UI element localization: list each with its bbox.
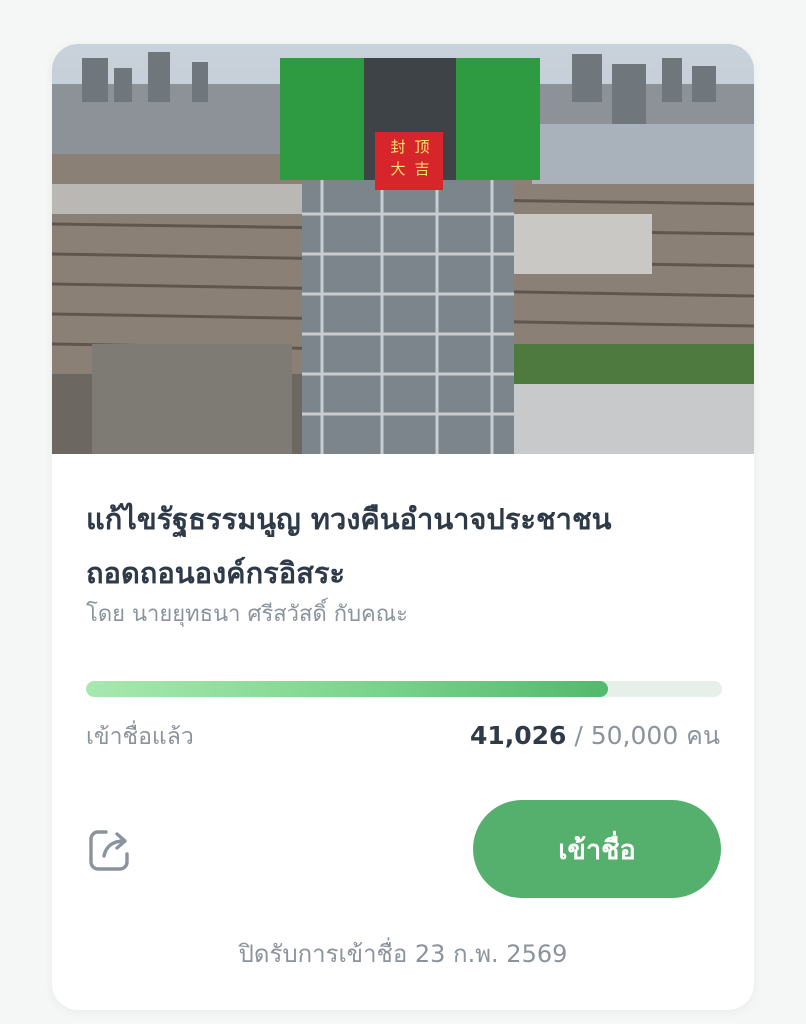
petition-photo: 封 顶 大 吉: [52, 44, 754, 454]
petition-card[interactable]: 封 顶 大 吉 แก้ไขรัฐธรรมนูญ ทวงคืนอำนาจประชา…: [52, 44, 754, 1010]
signature-count: 41,026 / 50,000 คน: [470, 716, 720, 756]
banner-char-4: 吉: [414, 160, 429, 178]
sign-petition-button[interactable]: เข้าชื่อ: [473, 800, 721, 898]
banner-char-1: 封: [390, 138, 405, 156]
petition-title[interactable]: แก้ไขรัฐธรรมนูญ ทวงคืนอำนาจประชาชน ถอดถอ…: [86, 492, 726, 600]
closing-date-text: ปิดรับการเข้าชื่อ 23 ก.พ. 2569: [238, 940, 568, 968]
signature-current: 41,026: [469, 721, 567, 750]
banner-char-3: 大: [390, 160, 405, 178]
signature-separator: /: [566, 721, 591, 750]
signature-progress-fill: [86, 681, 608, 697]
signed-label: เข้าชื่อแล้ว: [86, 724, 194, 750]
signature-target: 50,000 คน: [590, 721, 720, 750]
banner-char-2: 顶: [414, 138, 429, 156]
share-icon[interactable]: [86, 826, 134, 874]
signature-progress-bar: [86, 681, 722, 697]
petition-author: โดย นายยุทธนา ศรีสวัสดิ์ กับคณะ: [86, 602, 408, 627]
